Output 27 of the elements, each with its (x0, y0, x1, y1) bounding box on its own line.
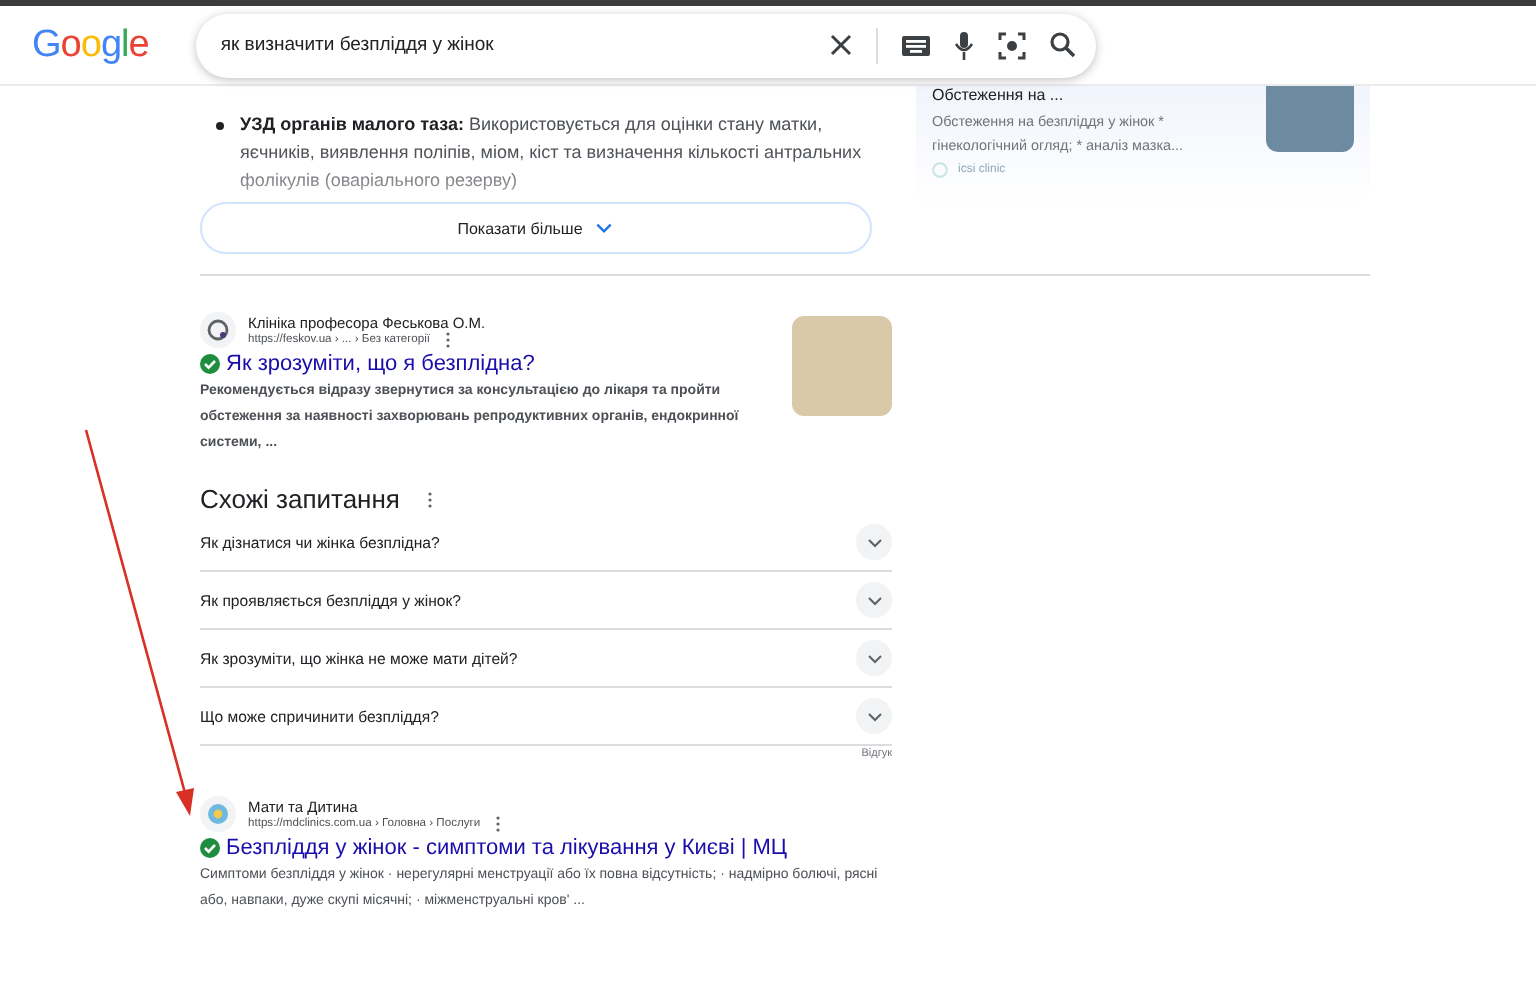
more-options-icon[interactable] (496, 815, 501, 831)
expand-chevron-icon[interactable] (856, 698, 892, 734)
verified-check-icon (200, 838, 220, 858)
more-options-icon[interactable] (427, 491, 432, 507)
chevron-down-icon (594, 218, 615, 238)
site-favicon-icon (200, 796, 236, 832)
bullet-text: УЗД органів малого таза: Використовується для оцінки стану матки, яєчників, виявлення поліпів, міом, кіст та визначення кількості антральних фолікулів (оваріального резерву) (240, 112, 864, 194)
bullet-icon (216, 122, 224, 130)
result-title-link[interactable]: Як зрозуміти, що я безплідна? (226, 352, 535, 376)
section-heading: Схожі запитання (200, 484, 400, 514)
site-favicon-icon (200, 312, 236, 348)
show-more-button[interactable]: Показати більше (200, 202, 872, 254)
card-title: Обстеження на ... (932, 86, 1066, 104)
site-favicon-icon (932, 162, 948, 178)
photo-placeholder (1266, 86, 1354, 152)
search-field[interactable]: як визначити безпліддя у жінок (220, 34, 807, 56)
expand-chevron-icon[interactable] (856, 640, 892, 676)
close-icon[interactable] (830, 34, 853, 56)
google-logo[interactable]: Google (32, 23, 149, 67)
verified-check-icon (200, 354, 220, 374)
expand-chevron-icon[interactable] (856, 582, 892, 618)
result-title-link[interactable]: Безпліддя у жінок - симптоми та лікування у Києві | МЦ (226, 836, 788, 860)
microphone-icon[interactable] (954, 31, 975, 59)
expand-chevron-icon[interactable] (856, 524, 892, 560)
camera-icon[interactable] (998, 31, 1027, 59)
search-icon[interactable] (1050, 32, 1077, 58)
keyboard-icon[interactable] (902, 35, 931, 55)
